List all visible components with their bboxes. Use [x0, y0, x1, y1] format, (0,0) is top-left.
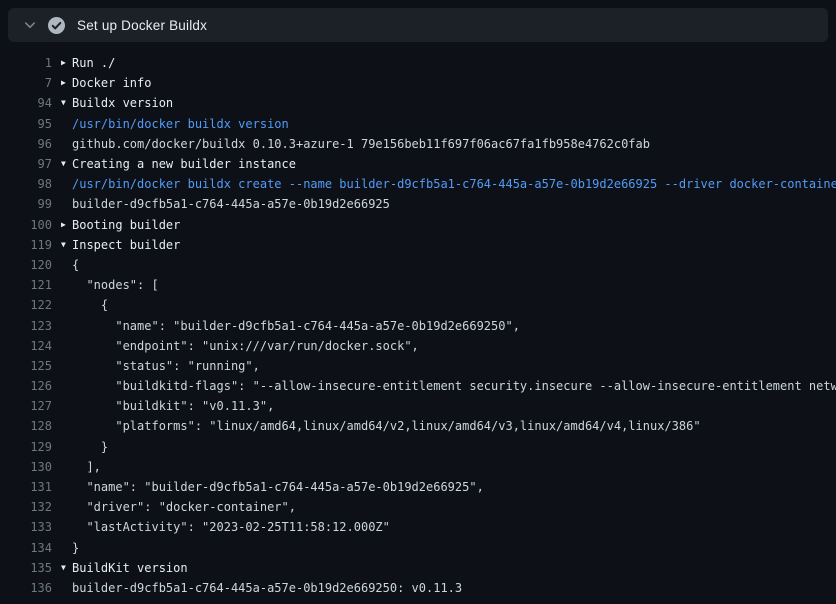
line-number[interactable]: 122	[0, 298, 52, 312]
log-output-text: "lastActivity": "2023-02-25T11:58:12.000…	[72, 520, 390, 534]
check-circle-icon	[48, 17, 65, 34]
line-number[interactable]: 94	[0, 96, 52, 110]
line-number[interactable]: 99	[0, 197, 52, 211]
line-number[interactable]: 123	[0, 319, 52, 333]
log-line: 133 "lastActivity": "2023-02-25T11:58:12…	[0, 517, 836, 537]
line-number[interactable]: 124	[0, 339, 52, 353]
triangle-right-icon[interactable]: ▶	[61, 215, 72, 235]
log-output-text: }	[72, 541, 79, 555]
log-command-text: /usr/bin/docker buildx version	[72, 117, 289, 131]
log-output-text: "platforms": "linux/amd64,linux/amd64/v2…	[72, 419, 701, 433]
step-title: Set up Docker Buildx	[77, 18, 207, 33]
log-output-text: "name": "builder-d9cfb5a1-c764-445a-a57e…	[72, 319, 520, 333]
line-number[interactable]: 127	[0, 399, 52, 413]
log-group-line[interactable]: 119 ▼Inspect builder	[0, 235, 836, 255]
log-group-line[interactable]: 135 ▼BuildKit version	[0, 558, 836, 578]
log-line: 136 builder-d9cfb5a1-c764-445a-a57e-0b19d…	[0, 578, 836, 598]
log-output-text: "endpoint": "unix:///var/run/docker.sock…	[72, 339, 419, 353]
log-line: 131 "name": "builder-d9cfb5a1-c764-445a-…	[0, 477, 836, 497]
log-output-text: "buildkit": "v0.11.3",	[72, 399, 274, 413]
triangle-right-icon[interactable]: ▶	[61, 73, 72, 93]
group-title: Buildx version	[72, 96, 173, 110]
line-number[interactable]: 135	[0, 561, 52, 575]
log-line: 123 "name": "builder-d9cfb5a1-c764-445a-…	[0, 315, 836, 335]
log-output-text: github.com/docker/buildx 0.10.3+azure-1 …	[72, 137, 650, 151]
line-number[interactable]: 134	[0, 541, 52, 555]
line-number[interactable]: 119	[0, 238, 52, 252]
log-output-text: builder-d9cfb5a1-c764-445a-a57e-0b19d2e6…	[72, 197, 390, 211]
line-number[interactable]: 132	[0, 500, 52, 514]
log-group-line[interactable]: 100 ▶Booting builder	[0, 215, 836, 235]
line-number[interactable]: 96	[0, 137, 52, 151]
log-line: 134}	[0, 538, 836, 558]
log-line: 95/usr/bin/docker buildx version	[0, 114, 836, 134]
triangle-down-icon[interactable]: ▼	[61, 558, 72, 578]
log-line: 124 "endpoint": "unix:///var/run/docker.…	[0, 336, 836, 356]
log-output-text: "nodes": [	[72, 278, 159, 292]
log-line: 128 "platforms": "linux/amd64,linux/amd6…	[0, 416, 836, 436]
step-header[interactable]: Set up Docker Buildx	[8, 8, 828, 42]
log-line: 130 ],	[0, 457, 836, 477]
log-line: 129 }	[0, 437, 836, 457]
triangle-right-icon[interactable]: ▶	[61, 53, 72, 73]
log-line: 98/usr/bin/docker buildx create --name b…	[0, 174, 836, 194]
group-title: Inspect builder	[72, 238, 180, 252]
log-line: 121 "nodes": [	[0, 275, 836, 295]
log-line: 125 "status": "running",	[0, 356, 836, 376]
line-number[interactable]: 7	[0, 76, 52, 90]
log-output-text: ],	[72, 460, 101, 474]
log-group-line[interactable]: 94 ▼Buildx version	[0, 93, 836, 113]
line-number[interactable]: 121	[0, 278, 52, 292]
group-title: BuildKit version	[72, 561, 188, 575]
log-output-text: "status": "running",	[72, 359, 260, 373]
triangle-down-icon[interactable]: ▼	[61, 235, 72, 255]
line-number[interactable]: 136	[0, 581, 52, 595]
triangle-down-icon[interactable]: ▼	[61, 154, 72, 174]
line-number[interactable]: 100	[0, 218, 52, 232]
group-title: Run ./	[72, 56, 115, 70]
line-number[interactable]: 130	[0, 460, 52, 474]
group-title: Booting builder	[72, 218, 180, 232]
triangle-down-icon[interactable]: ▼	[61, 93, 72, 113]
log-line: 122 {	[0, 295, 836, 315]
line-number[interactable]: 129	[0, 440, 52, 454]
group-title: Creating a new builder instance	[72, 157, 296, 171]
log-group-line[interactable]: 7 ▶Docker info	[0, 73, 836, 93]
log-group-line[interactable]: 97 ▼Creating a new builder instance	[0, 154, 836, 174]
log-line: 120 {	[0, 255, 836, 275]
line-number[interactable]: 133	[0, 520, 52, 534]
chevron-down-icon[interactable]	[22, 17, 38, 33]
log-output-text: "buildkitd-flags": "--allow-insecure-ent…	[72, 379, 836, 393]
log-output-text: }	[72, 440, 108, 454]
line-number[interactable]: 120	[0, 258, 52, 272]
line-number[interactable]: 125	[0, 359, 52, 373]
log-line: 127 "buildkit": "v0.11.3",	[0, 396, 836, 416]
group-title: Docker info	[72, 76, 151, 90]
log-line: 99 builder-d9cfb5a1-c764-445a-a57e-0b19d2…	[0, 194, 836, 214]
line-number[interactable]: 126	[0, 379, 52, 393]
log-output-text: "driver": "docker-container",	[72, 500, 296, 514]
log-line: 132 "driver": "docker-container",	[0, 497, 836, 517]
log-line: 126 "buildkitd-flags": "--allow-insecure…	[0, 376, 836, 396]
log-group-line[interactable]: 1 ▶Run ./	[0, 53, 836, 73]
log-output-text: {	[72, 258, 79, 272]
log-output-text: {	[72, 298, 108, 312]
line-number[interactable]: 98	[0, 177, 52, 191]
log-output-text: builder-d9cfb5a1-c764-445a-a57e-0b19d2e6…	[72, 581, 462, 595]
log-output-text: "name": "builder-d9cfb5a1-c764-445a-a57e…	[72, 480, 484, 494]
log-command-text: /usr/bin/docker buildx create --name bui…	[72, 177, 836, 191]
log-lines: 1▶Run ./7▶Docker info94▼Buildx version95…	[0, 44, 836, 604]
line-number[interactable]: 128	[0, 419, 52, 433]
line-number[interactable]: 131	[0, 480, 52, 494]
line-number[interactable]: 1	[0, 56, 52, 70]
log-line: 96 github.com/docker/buildx 0.10.3+azure-…	[0, 134, 836, 154]
line-number[interactable]: 97	[0, 157, 52, 171]
line-number[interactable]: 95	[0, 117, 52, 131]
